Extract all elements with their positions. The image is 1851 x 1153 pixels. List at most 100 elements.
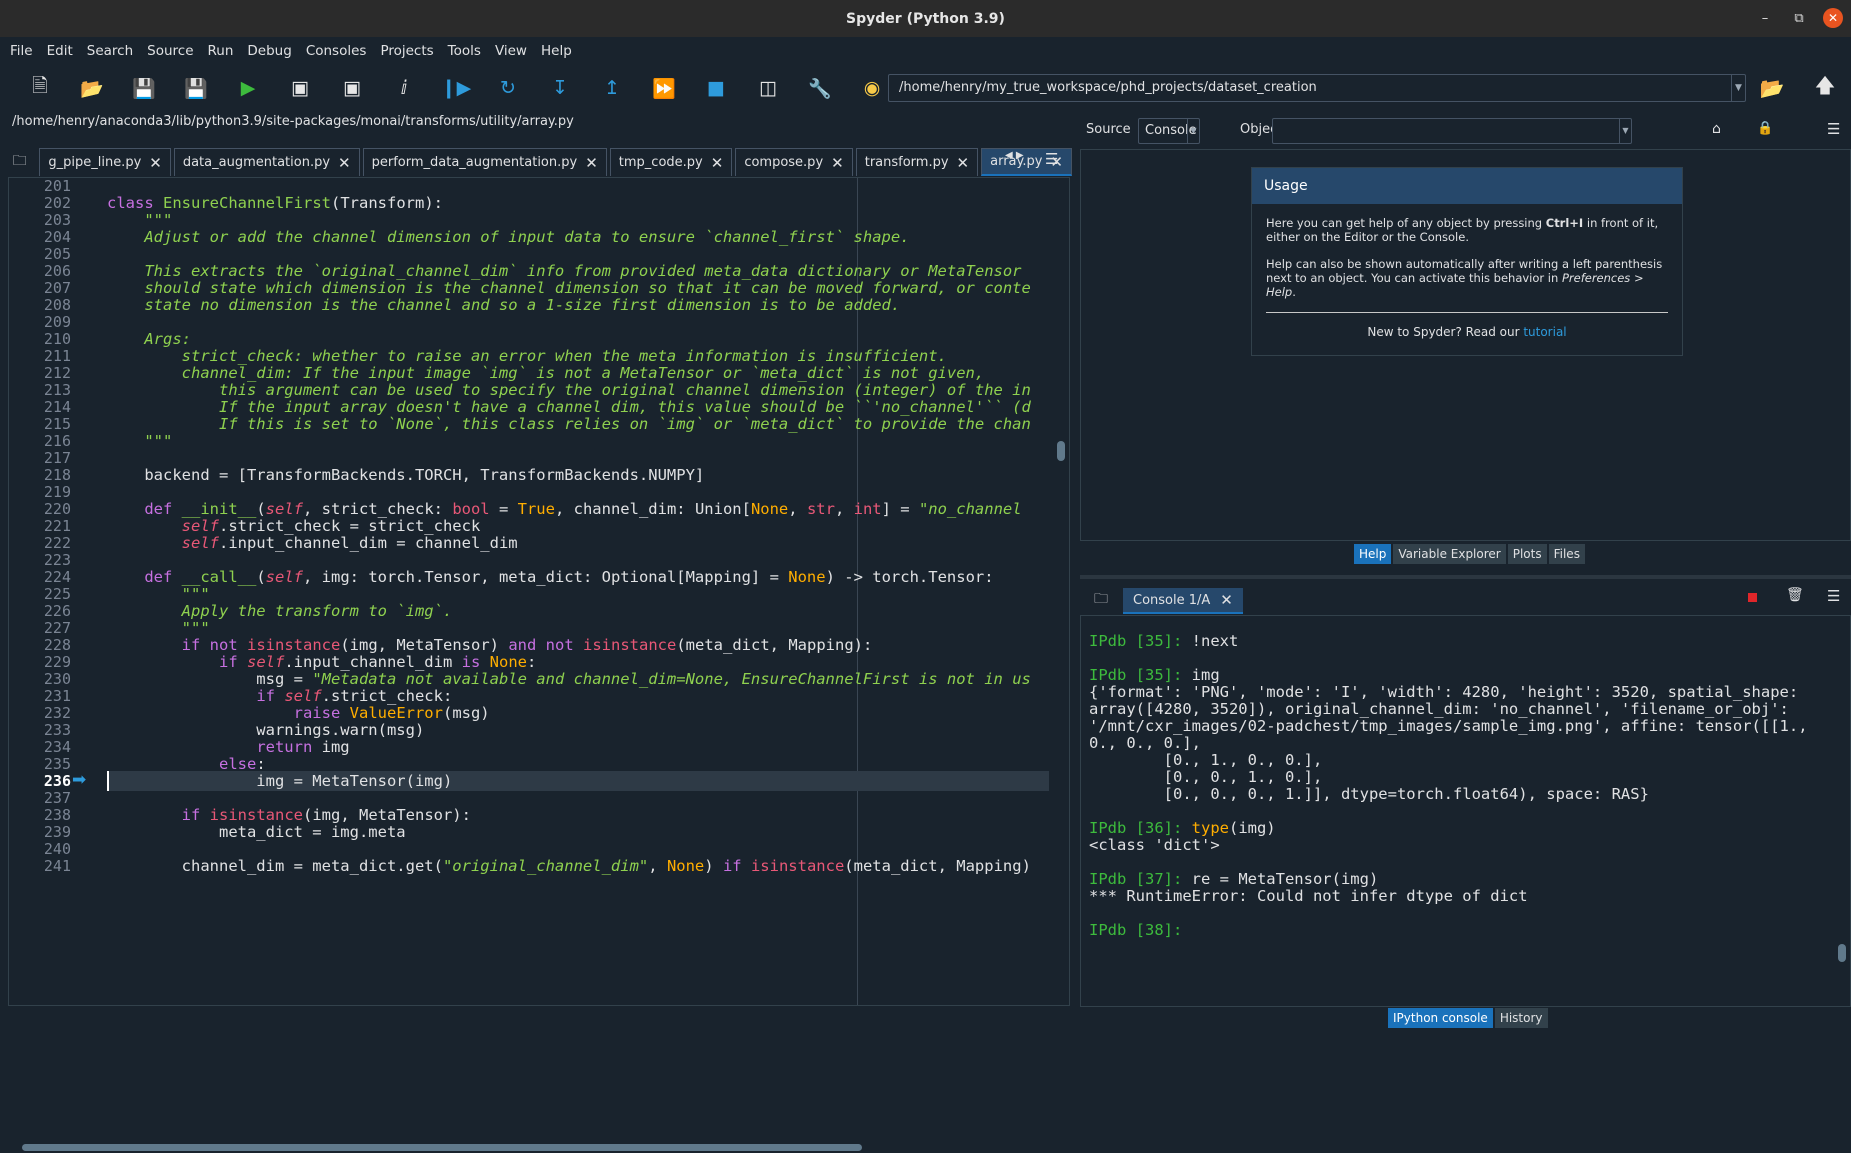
console-vertical-scrollbar[interactable] (1837, 622, 1847, 1002)
close-icon[interactable]: ✕ (585, 154, 598, 172)
scrollbar-thumb[interactable] (1838, 944, 1846, 962)
line-number: 213 (43, 381, 71, 399)
stop-kernel-icon[interactable] (1748, 593, 1757, 602)
close-icon[interactable]: ✕ (338, 154, 351, 172)
tab-help[interactable]: Help (1354, 544, 1392, 564)
menu-file[interactable]: File (10, 43, 33, 59)
lock-icon[interactable]: 🔒 (1757, 121, 1773, 136)
source-combo[interactable]: Console ▼ (1138, 118, 1200, 144)
editor-horizontal-scrollbar[interactable] (12, 1143, 1052, 1153)
editor-tab[interactable]: perform_data_augmentation.py ✕ (362, 148, 607, 176)
step-out-icon[interactable]: ↥ (586, 72, 638, 104)
menu-help[interactable]: Help (541, 43, 572, 59)
editor-tab[interactable]: transform.py ✕ (855, 148, 979, 176)
chevron-down-icon[interactable]: ▼ (1187, 119, 1199, 143)
editor-tab[interactable]: compose.py ✕ (735, 148, 853, 176)
line-number: 218 (43, 466, 71, 484)
line-number: 217 (43, 449, 71, 467)
tab-plots[interactable]: Plots (1507, 544, 1547, 564)
editor-tab[interactable]: data_augmentation.py ✕ (173, 148, 360, 176)
close-icon[interactable]: ✕ (1220, 591, 1233, 609)
stop-icon[interactable]: ■ (690, 72, 742, 104)
console-toolbar: 🗀 Console 1/A ✕ 🗑 ☰ (1080, 579, 1851, 614)
object-combo[interactable]: ▼ (1272, 118, 1632, 144)
editor-tab-label: data_augmentation.py (182, 155, 331, 170)
console-tab[interactable]: Console 1/A ✕ (1123, 588, 1243, 614)
wrench-icon[interactable]: 🔧 (794, 72, 846, 104)
code-line: self.input_channel_dim = channel_dim (181, 534, 518, 552)
ipython-console[interactable]: IPdb [35]: !next IPdb [35]: img {'format':… (1080, 615, 1851, 1007)
editor-tab-label: g_pipe_line.py (48, 155, 142, 170)
tab-history[interactable]: History (1494, 1008, 1548, 1028)
code-line: Adjust or add the channel dimension of i… (144, 228, 910, 246)
menu-edit[interactable]: Edit (47, 43, 73, 59)
save-all-icon[interactable]: 💾 (170, 72, 222, 104)
minimize-button[interactable]: – (1755, 8, 1775, 28)
window-title: Spyder (Python 3.9) (846, 10, 1005, 27)
console-pane: 🗀 Console 1/A ✕ 🗑 ☰ IPdb [35]: !next IPdb… (1080, 575, 1851, 1032)
close-icon[interactable]: ✕ (149, 154, 162, 172)
working-directory-combo[interactable]: /home/henry/my_true_workspace/phd_projec… (888, 74, 1746, 102)
tutorial-link[interactable]: tutorial (1523, 325, 1566, 339)
main-toolbar: 🗎 📂 💾 💾 ▶ ▣ ▣ ⅈ ❙▶ ↻ ↧ ↥ ⏩ ■ ◫ 🔧 ◉ /home… (0, 65, 1851, 111)
run-cell-icon[interactable]: ▣ (274, 72, 326, 104)
maximize-pane-icon[interactable]: ◫ (742, 72, 794, 104)
console-pane-tabs: IPython console History (1388, 1008, 1548, 1028)
trash-icon[interactable]: 🗑 (1786, 587, 1804, 603)
browse-folder-icon[interactable]: 📂 (1752, 72, 1792, 104)
chevron-down-icon[interactable]: ▼ (1731, 75, 1745, 101)
scrollbar-thumb[interactable] (1057, 441, 1065, 461)
line-number: 208 (43, 296, 71, 314)
menu-source[interactable]: Source (147, 43, 193, 59)
tab-ipython-console[interactable]: IPython console (1388, 1008, 1493, 1028)
tab-files[interactable]: Files (1548, 544, 1585, 564)
help-toolbar: Source Console ▼ Object ▼ ⌂ 🔒 ☰ (1080, 111, 1851, 149)
line-number: 228 (43, 636, 71, 654)
menu-debug[interactable]: Debug (247, 43, 291, 59)
close-icon[interactable]: ✕ (831, 154, 844, 172)
menu-tools[interactable]: Tools (448, 43, 481, 59)
browse-tabs-icon[interactable]: 🗀 (0, 148, 39, 176)
editor-vertical-scrollbar[interactable] (1056, 318, 1066, 1132)
code-area[interactable]: class EnsureChannelFirst(Transform): """… (107, 178, 1049, 1005)
step-into-icon[interactable]: ↧ (534, 72, 586, 104)
close-icon[interactable]: ✕ (711, 154, 724, 172)
pane-options-menu-icon[interactable]: ☰ (1827, 587, 1840, 605)
chevron-down-icon[interactable]: ▼ (1619, 119, 1631, 143)
parent-directory-icon[interactable]: 🡅 (1805, 72, 1845, 104)
open-folder-icon[interactable]: 📂 (66, 72, 118, 104)
menu-consoles[interactable]: Consoles (306, 43, 367, 59)
menu-view[interactable]: View (495, 43, 527, 59)
tab-variable-explorer[interactable]: Variable Explorer (1393, 544, 1506, 564)
debug-icon[interactable]: ❙▶ (430, 72, 482, 104)
editor-tab[interactable]: tmp_code.py ✕ (609, 148, 733, 176)
line-number: 240 (43, 840, 71, 858)
line-number: 215 (43, 415, 71, 433)
code-line: meta_dict = img.meta (107, 823, 406, 841)
console-line: *** RuntimeError: Could not infer dtype … (1089, 887, 1528, 905)
scrollbar-thumb[interactable] (22, 1144, 862, 1151)
editor-tab[interactable]: g_pipe_line.py ✕ (39, 148, 171, 176)
tab-scroll-arrows[interactable]: ◀ ▶ (1005, 150, 1024, 161)
home-icon[interactable]: ⌂ (1712, 121, 1721, 137)
editor-pane: 🗀 g_pipe_line.py ✕ data_augmentation.py ✕ pe… (0, 134, 1075, 1151)
continue-icon[interactable]: ⏩ (638, 72, 690, 104)
menu-run[interactable]: Run (208, 43, 234, 59)
close-icon[interactable]: ✕ (957, 154, 970, 172)
code-line: img = MetaTensor(img) (107, 772, 453, 790)
browse-tabs-icon[interactable]: 🗀 (1094, 588, 1108, 612)
step-icon[interactable]: ↻ (482, 72, 534, 104)
editor-tabs: 🗀 g_pipe_line.py ✕ data_augmentation.py ✕ pe… (0, 146, 1075, 176)
run-cell-advance-icon[interactable]: ▣ (326, 72, 378, 104)
run-icon[interactable]: ▶ (222, 72, 274, 104)
save-icon[interactable]: 💾 (118, 72, 170, 104)
menu-projects[interactable]: Projects (380, 43, 433, 59)
run-selection-icon[interactable]: ⅈ (378, 72, 430, 104)
menu-search[interactable]: Search (87, 43, 133, 59)
code-editor[interactable]: class EnsureChannelFirst(Transform): """… (8, 177, 1070, 1006)
close-button[interactable]: ✕ (1823, 8, 1843, 28)
restore-button[interactable]: ⧉ (1789, 8, 1809, 28)
pane-options-menu-icon[interactable]: ☰ (1827, 120, 1840, 138)
editor-options-menu-icon[interactable]: ☰ (1045, 150, 1058, 168)
new-file-icon[interactable]: 🗎 (14, 72, 66, 104)
